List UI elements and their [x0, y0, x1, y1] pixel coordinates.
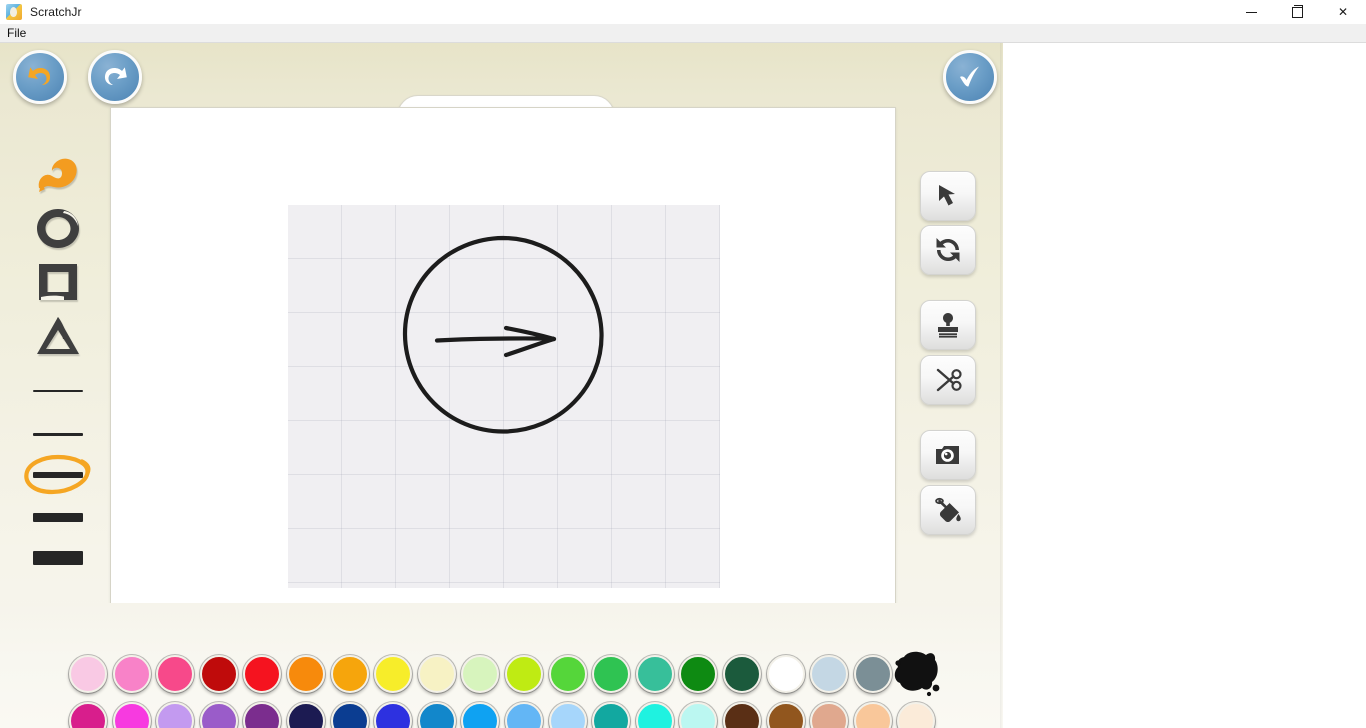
color-swatch[interactable]	[592, 655, 630, 693]
done-button[interactable]	[943, 50, 997, 104]
paint-editor: Character	[0, 43, 1003, 728]
stroke-width-2[interactable]	[24, 417, 92, 451]
undo-arrow-icon	[25, 63, 55, 91]
pen-squiggle-icon	[32, 151, 84, 195]
color-swatch[interactable]	[243, 702, 281, 728]
cut-action[interactable]	[920, 355, 976, 405]
color-swatch[interactable]	[418, 655, 456, 693]
color-swatch[interactable]	[200, 655, 238, 693]
color-swatch[interactable]	[156, 655, 194, 693]
color-swatch[interactable]	[636, 655, 674, 693]
square-shape-icon	[34, 260, 82, 304]
maximize-button[interactable]	[1274, 0, 1320, 24]
canvas-drawing	[288, 205, 720, 588]
color-swatch[interactable]	[69, 655, 107, 693]
minimize-button[interactable]	[1228, 0, 1274, 24]
cursor-arrow-icon	[933, 181, 963, 211]
stroke-width-4[interactable]	[24, 500, 92, 534]
color-swatch[interactable]	[767, 655, 805, 693]
stroke-width-2-bar	[33, 433, 83, 436]
window-empty-area	[1003, 43, 1366, 728]
color-swatch[interactable]	[679, 655, 717, 693]
triangle-shape-icon	[34, 314, 82, 358]
color-swatch[interactable]	[418, 702, 456, 728]
rotate-action[interactable]	[920, 225, 976, 275]
stroke-width-1-bar	[33, 390, 83, 392]
stroke-width-3-bar	[33, 472, 83, 478]
checkmark-icon	[955, 63, 985, 91]
triangle-tool[interactable]	[24, 311, 92, 361]
color-swatch[interactable]	[374, 655, 412, 693]
color-swatch[interactable]	[331, 702, 369, 728]
color-swatch[interactable]	[723, 702, 761, 728]
color-swatch[interactable]	[636, 702, 674, 728]
minimize-icon	[1246, 12, 1257, 13]
maximize-icon	[1292, 7, 1303, 18]
close-button[interactable]: ✕	[1320, 0, 1366, 24]
pen-tool[interactable]	[24, 148, 92, 198]
color-swatch[interactable]	[113, 655, 151, 693]
camera-action[interactable]	[920, 430, 976, 480]
color-swatch[interactable]	[156, 702, 194, 728]
stroke-width-5-bar	[33, 551, 83, 565]
color-swatch[interactable]	[549, 702, 587, 728]
stroke-width-1[interactable]	[24, 374, 92, 408]
color-swatch[interactable]	[897, 702, 935, 728]
square-tool[interactable]	[24, 257, 92, 307]
color-swatch[interactable]	[854, 655, 892, 693]
stroke-width-5[interactable]	[24, 541, 92, 575]
selected-color-blob-icon	[889, 647, 945, 701]
scissors-icon	[933, 365, 963, 395]
camera-icon	[933, 440, 963, 470]
color-swatch[interactable]	[69, 702, 107, 728]
color-swatch[interactable]	[679, 702, 717, 728]
circle-shape-icon	[34, 206, 82, 250]
color-swatch[interactable]	[810, 655, 848, 693]
drawn-arrow-head-lower	[506, 339, 554, 355]
color-swatch-selected[interactable]	[897, 655, 935, 693]
window-title: ScratchJr	[30, 5, 82, 19]
stroke-width-4-bar	[33, 513, 83, 522]
drawn-arrow-shaft	[437, 338, 553, 340]
drawn-circle	[405, 238, 602, 432]
stamp-action[interactable]	[920, 300, 976, 350]
close-icon: ✕	[1338, 6, 1348, 18]
color-swatch[interactable]	[374, 702, 412, 728]
circle-tool[interactable]	[24, 203, 92, 253]
canvas-panel	[110, 107, 896, 604]
scratchjr-icon	[6, 4, 22, 20]
window-titlebar: ScratchJr	[0, 0, 1366, 25]
color-swatch[interactable]	[200, 702, 238, 728]
color-swatch[interactable]	[505, 655, 543, 693]
color-swatch[interactable]	[287, 702, 325, 728]
color-swatch[interactable]	[287, 655, 325, 693]
color-swatch[interactable]	[723, 655, 761, 693]
redo-arrow-icon	[100, 63, 130, 91]
color-swatch[interactable]	[113, 702, 151, 728]
rotate-icon	[933, 235, 963, 265]
paint-bucket-icon	[933, 495, 963, 525]
color-palette	[0, 603, 1003, 728]
color-swatch[interactable]	[505, 702, 543, 728]
menu-file[interactable]: File	[0, 24, 33, 42]
color-swatch[interactable]	[461, 702, 499, 728]
color-swatch[interactable]	[243, 655, 281, 693]
color-swatch[interactable]	[854, 702, 892, 728]
color-swatch[interactable]	[549, 655, 587, 693]
fill-action[interactable]	[920, 485, 976, 535]
drawing-canvas[interactable]	[288, 205, 720, 588]
color-swatch[interactable]	[331, 655, 369, 693]
select-action[interactable]	[920, 171, 976, 221]
color-swatch[interactable]	[592, 702, 630, 728]
undo-button[interactable]	[13, 50, 67, 104]
color-swatch[interactable]	[461, 655, 499, 693]
color-swatch[interactable]	[810, 702, 848, 728]
redo-button[interactable]	[88, 50, 142, 104]
stroke-width-3[interactable]	[24, 458, 92, 492]
menubar: File	[0, 24, 1366, 43]
color-swatch[interactable]	[767, 702, 805, 728]
stamp-icon	[933, 310, 963, 340]
